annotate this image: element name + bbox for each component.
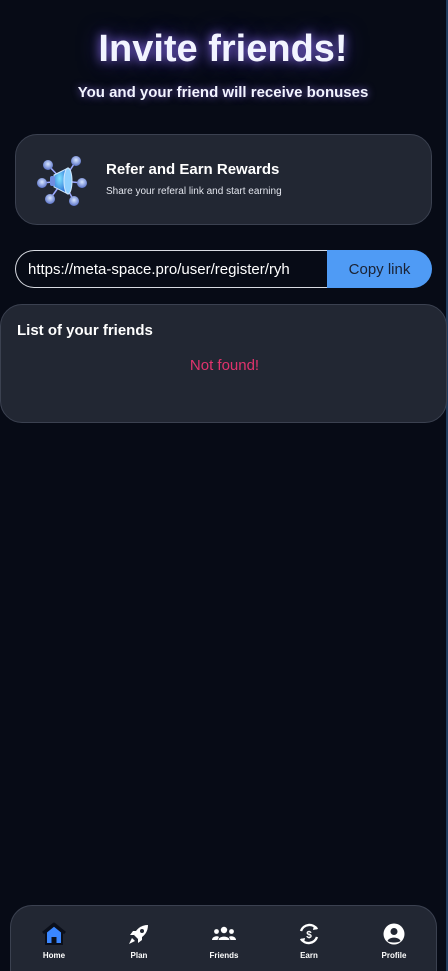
copy-link-button[interactable]: Copy link [327,250,432,288]
friends-empty-message: Not found! [189,357,260,374]
nav-item-earn[interactable]: $ Earn [279,906,339,971]
bottom-navigation: Home Plan Friends $ Earn Profile [10,905,437,971]
refer-earn-card: Refer and Earn Rewards Share your refera… [15,134,432,225]
friends-list-title: List of your friends [17,322,153,339]
nav-label-plan: Plan [130,951,148,960]
referral-link-row: Copy link [15,250,432,288]
nav-item-profile[interactable]: Profile [364,906,424,971]
svg-text:$: $ [306,930,312,941]
page-subtitle: You and your friend will receive bonuses [77,84,369,101]
page-title: Invite friends! [98,28,348,70]
user-circle-icon [383,923,405,945]
earn-exchange-icon: $ [299,923,319,945]
referral-link-input[interactable] [15,250,329,288]
home-icon [42,922,66,945]
refer-card-description: Share your referal link and start earnin… [106,186,282,197]
nav-label-profile: Profile [381,951,407,960]
users-icon [212,926,236,940]
friends-list-card: List of your friends Not found! [0,304,447,423]
nav-item-home[interactable]: Home [24,906,84,971]
nav-label-home: Home [42,951,66,960]
megaphone-network-icon [37,156,87,206]
refer-card-title: Refer and Earn Rewards [106,161,280,178]
nav-item-friends[interactable]: Friends [194,906,254,971]
nav-label-earn: Earn [300,951,318,960]
nav-label-friends: Friends [209,951,239,960]
nav-item-plan[interactable]: Plan [109,906,169,971]
rocket-icon [129,925,148,944]
